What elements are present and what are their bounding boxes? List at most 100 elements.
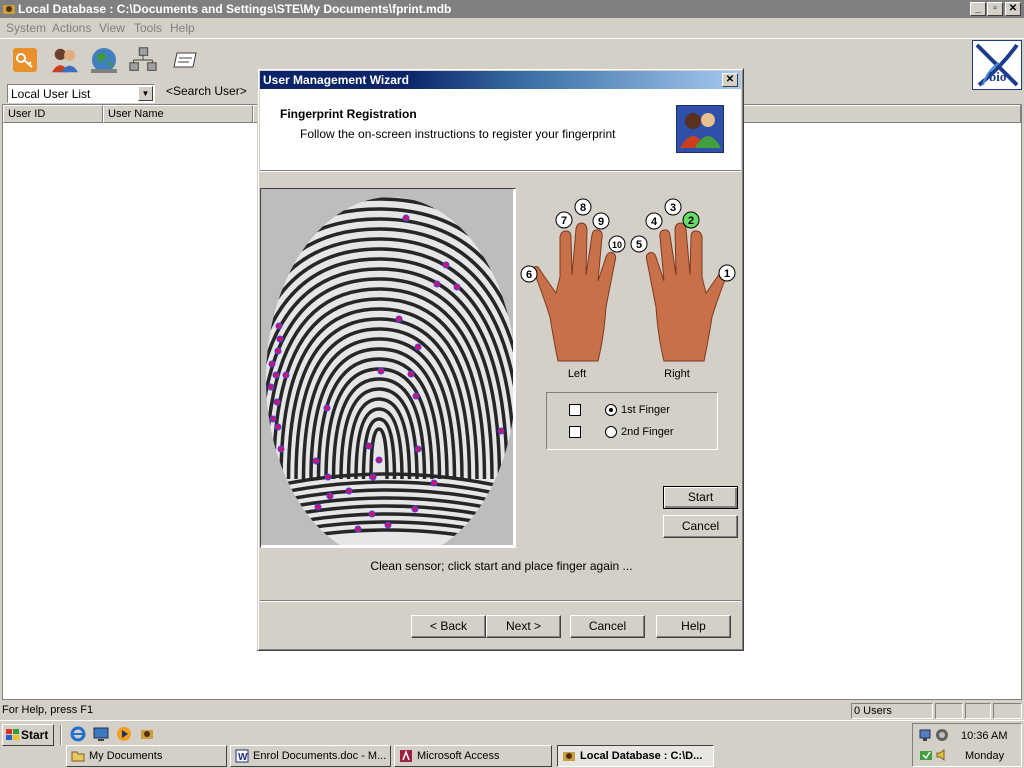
finger-2-badge[interactable]: 2 [682,211,700,229]
next-button[interactable]: Next > [486,615,561,638]
monitor-tray-icon[interactable] [935,728,949,742]
ie-icon[interactable] [70,726,86,742]
user-count: 0 Users [854,705,892,717]
minutia-point [267,383,275,391]
status-panel-3 [993,703,1022,719]
bio-logo-text: bio [989,69,1007,84]
minutia-point [282,371,290,379]
task-local-database[interactable]: Local Database : C:\D... [557,745,714,767]
menu-bar: System Actions View Tools Help [0,18,1024,38]
antivirus-tray-icon[interactable] [919,748,933,762]
clock-time[interactable]: 10:36 AM [961,730,1007,742]
minutia-point [375,456,383,464]
finger-10-badge[interactable]: 10 [608,235,626,253]
windows-logo-icon [6,729,19,740]
finger-5-badge[interactable]: 5 [630,235,648,253]
minutia-point [430,479,438,487]
users-icon[interactable] [50,45,80,75]
chevron-down-icon[interactable]: ▼ [138,86,153,101]
key-icon[interactable] [10,45,40,75]
status-panel-1 [935,703,963,719]
search-user-link[interactable]: <Search User> [166,84,247,98]
globe-icon[interactable] [89,45,119,75]
media-icon[interactable] [116,726,132,742]
footer-separator [260,600,741,602]
list-type-select[interactable]: Local User List ▼ [7,84,155,103]
finger-3-badge[interactable]: 3 [664,198,682,216]
minutia-point [402,214,410,222]
task-microsoft-access[interactable]: Microsoft Access [394,745,552,767]
minutia-point [268,360,276,368]
task-label: My Documents [89,750,163,762]
menu-help[interactable]: Help [170,21,195,35]
left-hand-label: Left [568,368,586,380]
minutia-point [324,473,332,481]
minutia-point [442,261,450,269]
clock-day: Monday [965,750,1005,762]
fingerprint-image [260,188,516,561]
menu-actions[interactable]: Actions [52,21,91,35]
header-separator [260,170,741,172]
finger-number: 3 [670,202,676,214]
minutia-point [345,487,353,495]
finger-8-badge[interactable]: 8 [574,198,592,216]
second-finger-checkbox[interactable] [569,426,581,438]
task-label: Local Database : C:\D... [580,750,703,762]
minutia-point [414,343,422,351]
minutia-point [272,371,280,379]
dialog-title-bar[interactable]: User Management Wizard ✕ [260,71,741,89]
finger-number-labels: 1 2345 6 7 89 10 [520,198,736,283]
menu-system[interactable]: System [6,21,46,35]
minimize-button[interactable]: _ [970,2,986,16]
bio-logo: bio [972,40,1022,90]
app-quicklaunch-icon[interactable] [139,726,155,742]
minutia-point [277,445,285,453]
start-button[interactable]: Start [2,724,54,746]
minutia-point [276,335,284,343]
minutia-point [453,283,461,291]
desktop-icon[interactable] [93,726,109,742]
list-type-value: Local User List [11,87,91,101]
users-header-graphic [680,113,721,148]
user-management-wizard-dialog: User Management Wizard ✕ Fingerprint Reg… [257,68,744,651]
column-header-user-id[interactable]: User ID [3,105,103,123]
volume-tray-icon[interactable] [935,748,949,762]
right-hand-shape [645,222,729,362]
right-hand[interactable] [645,222,729,362]
finger-4-badge[interactable]: 4 [645,212,663,230]
hands-diagram: 1 2345 6 7 89 10 Left Right [520,198,736,380]
finger-6-badge[interactable]: 6 [520,265,538,283]
start-capture-button[interactable]: Start [663,486,738,509]
network-icon[interactable] [128,45,158,75]
close-button[interactable]: ✕ [1005,2,1021,16]
finger-1-badge[interactable]: 1 [718,264,736,282]
capture-status-message: Clean sensor; click start and place fing… [370,559,633,573]
network-tray-icon[interactable] [919,728,933,742]
restore-button[interactable]: ▫ [987,2,1003,16]
finger-number: 6 [526,269,532,281]
minutia-point [354,525,362,533]
task-my-documents[interactable]: My Documents [66,745,227,767]
card-icon[interactable] [170,45,200,75]
column-header-user-name[interactable]: User Name [103,105,253,123]
menu-view[interactable]: View [99,21,125,35]
menu-tools[interactable]: Tools [134,21,162,35]
first-finger-checkbox[interactable] [569,404,581,416]
word-icon: W [235,749,249,763]
cancel-button[interactable]: Cancel [570,615,645,638]
dialog-close-button[interactable]: ✕ [722,73,738,87]
wizard-subheading: Follow the on-screen instructions to reg… [300,127,616,141]
first-finger-radio[interactable] [605,404,617,416]
back-button[interactable]: < Back [411,615,486,638]
access-icon [400,749,412,762]
finger-9-badge[interactable]: 9 [592,212,610,230]
finger-7-badge[interactable]: 7 [555,211,573,229]
second-finger-radio[interactable] [605,426,617,438]
task-enrol-documents[interactable]: W Enrol Documents.doc - M... [230,745,391,767]
finger-number: 7 [561,215,567,227]
finger-number: 1 [724,268,730,280]
help-button[interactable]: Help [656,615,731,638]
finger-number: 5 [636,239,642,251]
cancel-capture-button[interactable]: Cancel [663,515,738,538]
left-hand[interactable] [533,222,617,362]
